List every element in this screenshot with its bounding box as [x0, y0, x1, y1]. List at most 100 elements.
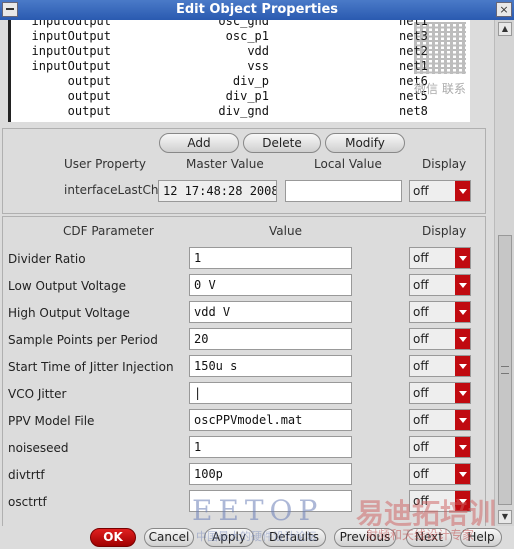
param-display-select[interactable]: off: [409, 328, 471, 350]
terminal-net-expr: osc_p1: [225, 29, 269, 43]
param-label: Low Output Voltage: [8, 279, 126, 293]
param-display-select[interactable]: off: [409, 463, 471, 485]
select-value: off: [413, 278, 429, 292]
param-display-select[interactable]: off: [409, 355, 471, 377]
terminal-type: output: [67, 74, 111, 88]
chevron-down-icon: [455, 329, 470, 349]
select-value: off: [413, 359, 429, 373]
list-item[interactable]: output div_p net6: [11, 74, 470, 89]
list-item[interactable]: inputOutput vdd net2: [11, 44, 470, 59]
cdf-display-header: Display: [422, 224, 467, 238]
terminal-net: net8: [399, 104, 428, 118]
chevron-down-icon: [455, 437, 470, 457]
chevron-down-icon: [455, 275, 470, 295]
terminal-net-expr: div_p: [232, 74, 269, 88]
user-property-panel: Add Delete Modify User Property Master V…: [2, 128, 486, 214]
terminal-type: output: [67, 89, 111, 103]
param-label: Sample Points per Period: [8, 333, 158, 347]
master-value-header: Master Value: [186, 157, 264, 171]
select-value: off: [413, 467, 429, 481]
low-output-voltage-input[interactable]: 0 V: [189, 274, 352, 296]
param-display-select[interactable]: off: [409, 247, 471, 269]
window-title: Edit Object Properties: [175, 2, 339, 17]
jitter-start-time-input[interactable]: 150u s: [189, 355, 352, 377]
cdf-parameter-panel: CDF Parameter Value Display Divider Rati…: [2, 216, 486, 526]
param-label: Start Time of Jitter Injection: [8, 360, 174, 374]
terminal-net-expr: div_gnd: [218, 104, 269, 118]
param-display-select[interactable]: off: [409, 409, 471, 431]
local-value-input[interactable]: [285, 180, 402, 202]
scroll-up-icon[interactable]: ▲: [498, 22, 512, 36]
terminal-net-expr: div_p1: [225, 89, 269, 103]
dialog-button-bar: OK Cancel Apply Defaults Previous Next H…: [0, 526, 514, 549]
chevron-down-icon: [455, 181, 470, 201]
local-value-header: Local Value: [314, 157, 382, 171]
terminal-net-expr: vss: [247, 59, 269, 73]
user-property-header: User Property: [64, 157, 146, 171]
param-display-select[interactable]: off: [409, 301, 471, 323]
select-value: off: [413, 184, 429, 198]
terminal-net-expr: osc_gnd: [218, 20, 269, 28]
scrollbar-thumb[interactable]: [498, 235, 512, 505]
high-output-voltage-input[interactable]: vdd V: [189, 301, 352, 323]
chevron-down-icon: [455, 248, 470, 268]
cdf-value-header: Value: [269, 224, 302, 238]
select-value: off: [413, 413, 429, 427]
master-value-field: 12 17:48:28 2008: [158, 180, 277, 202]
divider-ratio-input[interactable]: 1: [189, 247, 352, 269]
select-value: off: [413, 386, 429, 400]
param-display-select[interactable]: off: [409, 436, 471, 458]
param-label: Divider Ratio: [8, 252, 86, 266]
chevron-down-icon: [455, 410, 470, 430]
qr-caption: 微信 联系: [414, 82, 466, 96]
terminal-type: inputOutput: [31, 29, 111, 43]
close-button[interactable]: ×: [496, 2, 512, 17]
chevron-down-icon: [455, 464, 470, 484]
param-label: divtrtf: [8, 468, 45, 482]
add-button[interactable]: Add: [159, 133, 239, 153]
terminal-type: inputOutput: [31, 20, 111, 28]
delete-button[interactable]: Delete: [243, 133, 321, 153]
scroll-down-icon[interactable]: ▼: [498, 510, 512, 524]
property-display-select[interactable]: off: [409, 180, 471, 202]
list-item[interactable]: output div_gnd net8: [11, 104, 470, 119]
param-label: PPV Model File: [8, 414, 95, 428]
cn-sub-watermark: 射频和天线设计专家: [366, 528, 475, 542]
qr-watermark: 微信 联系: [414, 22, 474, 104]
select-value: off: [413, 440, 429, 454]
ppv-model-file-input[interactable]: oscPPVmodel.mat: [189, 409, 352, 431]
select-value: off: [413, 251, 429, 265]
list-item[interactable]: inputOutput vss net1: [11, 59, 470, 74]
terminal-list[interactable]: inputOutput osc_gnd net1 inputOutput osc…: [8, 20, 470, 122]
eetop-sub-watermark: 中国最大的硬件设计论坛: [196, 530, 317, 543]
terminal-type: output: [67, 104, 111, 118]
qr-code-icon: [414, 22, 466, 74]
list-item[interactable]: output div_p1 net5: [11, 89, 470, 104]
cancel-button[interactable]: Cancel: [144, 528, 194, 547]
chevron-down-icon: [455, 383, 470, 403]
param-label: High Output Voltage: [8, 306, 130, 320]
chevron-down-icon: [455, 302, 470, 322]
param-display-select[interactable]: off: [409, 382, 471, 404]
modify-button[interactable]: Modify: [325, 133, 405, 153]
select-value: off: [413, 332, 429, 346]
display-header: Display: [422, 157, 467, 171]
terminal-type: inputOutput: [31, 44, 111, 58]
property-name: interfaceLastCh..: [64, 183, 167, 197]
terminal-type: inputOutput: [31, 59, 111, 73]
select-value: off: [413, 305, 429, 319]
divtrtf-input[interactable]: 100p: [189, 463, 352, 485]
ok-button[interactable]: OK: [90, 528, 136, 547]
chevron-down-icon: [455, 356, 470, 376]
list-item[interactable]: inputOutput osc_p1 net3: [11, 29, 470, 44]
form-content: inputOutput osc_gnd net1 inputOutput osc…: [0, 20, 494, 526]
vco-jitter-input[interactable]: |: [189, 382, 352, 404]
noiseseed-input[interactable]: 1: [189, 436, 352, 458]
eetop-watermark: EETOP: [192, 494, 324, 527]
vertical-scrollbar[interactable]: ▲ ▼: [494, 20, 514, 526]
param-label: VCO Jitter: [8, 387, 67, 401]
list-item[interactable]: inputOutput osc_gnd net1: [11, 20, 470, 29]
sample-points-input[interactable]: 20: [189, 328, 352, 350]
terminal-net-expr: vdd: [247, 44, 269, 58]
param-display-select[interactable]: off: [409, 274, 471, 296]
